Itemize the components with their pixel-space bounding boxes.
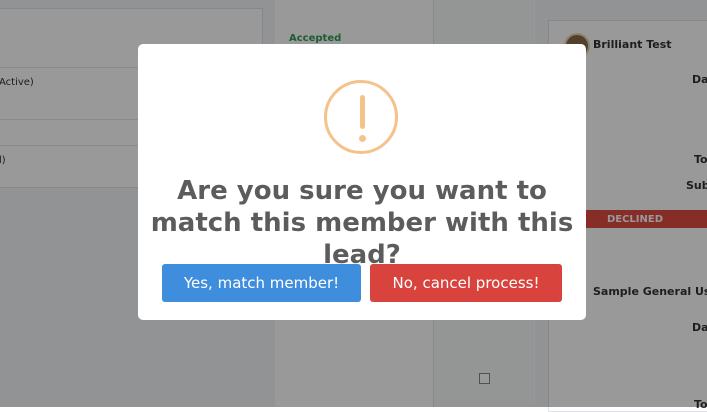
dialog-title: Are you sure you want to match this memb…: [150, 176, 574, 270]
warning-icon: [324, 80, 398, 154]
cancel-button[interactable]: No, cancel process!: [370, 264, 562, 302]
confirm-dialog: Are you sure you want to match this memb…: [138, 44, 586, 320]
confirm-match-button[interactable]: Yes, match member!: [162, 264, 361, 302]
